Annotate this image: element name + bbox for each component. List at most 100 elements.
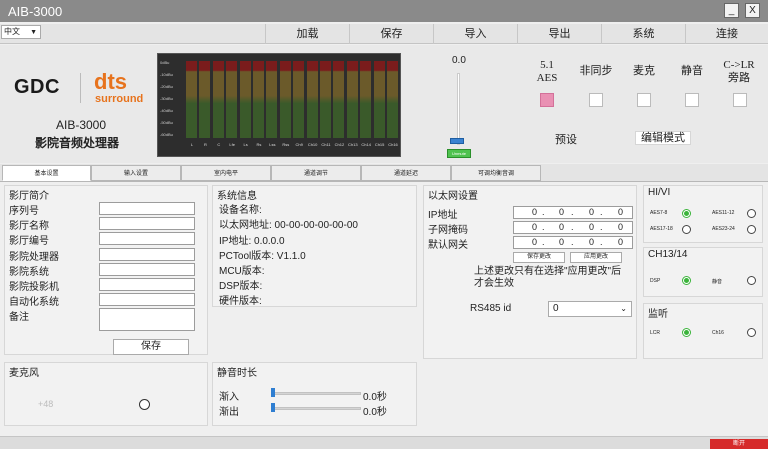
- serial-number-input[interactable]: [99, 202, 195, 215]
- meter-channel-label: Ch9: [295, 142, 303, 147]
- fade-out-value: 0.0秒: [363, 407, 387, 418]
- meter-channel-label: Ch16: [388, 142, 398, 147]
- phantom-power-label: +48: [38, 399, 54, 409]
- hivi-option-label: AES23-24: [712, 226, 735, 232]
- ip-dot: .: [542, 207, 545, 217]
- monitor-lcr-radio[interactable]: [682, 328, 691, 337]
- source-button-bypass[interactable]: [733, 93, 747, 107]
- tab-input-settings[interactable]: 输入设置: [91, 165, 181, 181]
- monitor-panel: 监听 LCR Ch16: [643, 303, 763, 359]
- hall-number-input[interactable]: [99, 232, 195, 245]
- edit-mode-button[interactable]: 编辑模式: [635, 131, 691, 145]
- title-bar: AIB-3000 _ X: [0, 0, 768, 22]
- product-name: AIB-3000: [56, 118, 107, 132]
- field-label-system: 影院系统: [9, 267, 49, 278]
- meter-scale-label: -30dBu: [160, 96, 173, 101]
- automation-input[interactable]: [99, 293, 195, 306]
- minimize-button[interactable]: _: [724, 3, 739, 18]
- meter-channel-label: Ch10: [307, 142, 318, 147]
- apply-network-button[interactable]: 应用更改: [570, 252, 622, 263]
- field-label-serial: 序列号: [9, 206, 39, 217]
- ip-address-input[interactable]: 0. 0. 0. 0: [513, 206, 633, 219]
- mcu-version-line: MCU版本:: [219, 266, 265, 277]
- projector-input[interactable]: [99, 278, 195, 291]
- system-input[interactable]: [99, 263, 195, 276]
- ip-octet-3: 0: [589, 207, 595, 217]
- tab-eq[interactable]: 可调均衡音调: [451, 165, 541, 181]
- source-label-mute: 静音: [681, 65, 703, 77]
- menu-load[interactable]: 加载: [265, 24, 349, 44]
- menu-save[interactable]: 保存: [349, 24, 433, 44]
- hivi-panel: HI/VI AES7-8 AES11-12 AES17-18 AES23-24: [643, 185, 763, 243]
- system-info-panel: 系统信息 设备名称: 以太网地址: 00-00-00-00-00-00 IP地址…: [212, 185, 417, 307]
- menu-export[interactable]: 导出: [517, 24, 601, 44]
- cinema-info-panel: 影厅简介 序列号 影厅名称 影厅编号 影院处理器 影院系统 影院投影机 自动化系…: [4, 185, 208, 355]
- meter-channel-label: C: [217, 142, 221, 147]
- master-fader-handle[interactable]: [450, 138, 464, 144]
- pctool-version-line: PCTool版本: V1.1.0: [219, 251, 306, 262]
- rs485-id-select[interactable]: 0 ⌄: [548, 301, 632, 317]
- notes-input[interactable]: [99, 308, 195, 331]
- tab-basic-settings[interactable]: 基本设置: [2, 165, 91, 181]
- meter-scale-label: -60dBu: [160, 132, 173, 137]
- gw-octet-3: 0: [589, 237, 595, 247]
- fade-out-slider-handle[interactable]: [271, 403, 275, 412]
- meter-channel-label: Ch11: [321, 142, 331, 147]
- system-info-title: 系统信息: [217, 191, 257, 202]
- menu-connect[interactable]: 连接: [685, 24, 768, 44]
- monitor-ch16-radio[interactable]: [747, 328, 756, 337]
- hall-name-input[interactable]: [99, 217, 195, 230]
- subnet-mask-input[interactable]: 0. 0. 0. 0: [513, 221, 633, 234]
- fade-in-slider-handle[interactable]: [271, 388, 275, 397]
- ip-octet-1: 0: [532, 207, 538, 217]
- tab-room-level[interactable]: 室内电平: [181, 165, 271, 181]
- tab-channel-delay[interactable]: 通道延迟: [361, 165, 451, 181]
- menu-import[interactable]: 导入: [433, 24, 517, 44]
- fade-out-slider[interactable]: [271, 407, 361, 410]
- ch1314-dsp-radio[interactable]: [682, 276, 691, 285]
- ip-dot: .: [571, 222, 574, 232]
- ch1314-mute-radio[interactable]: [747, 276, 756, 285]
- hivi-aes11-12-radio[interactable]: [747, 209, 756, 218]
- close-button[interactable]: X: [745, 3, 760, 18]
- hivi-aes17-18-radio[interactable]: [682, 225, 691, 234]
- source-label-bypass: C->LR 旁路: [723, 59, 755, 84]
- source-label-aes: 5.1 AES: [536, 59, 558, 84]
- source-button-mic[interactable]: [637, 93, 651, 107]
- source-button-mute[interactable]: [685, 93, 699, 107]
- dts-surround-text: surround: [95, 93, 144, 105]
- language-select[interactable]: 中文 ▼: [1, 25, 41, 39]
- master-fader-track[interactable]: [457, 73, 460, 145]
- gdc-logo-text: GDC: [14, 76, 60, 98]
- source-label-async: 非同步: [579, 65, 613, 77]
- rs485-label: RS485 id: [470, 303, 512, 314]
- ch1314-title: CH13/14: [648, 249, 688, 260]
- gw-octet-1: 0: [532, 237, 538, 247]
- unmute-button[interactable]: Unmute: [447, 149, 471, 158]
- fader-value: 0.0: [452, 55, 466, 66]
- connection-status-badge: 断开: [710, 439, 768, 449]
- fade-in-slider[interactable]: [271, 392, 361, 395]
- tab-channel-adjust[interactable]: 通道调节: [271, 165, 361, 181]
- phantom-power-radio[interactable]: [139, 399, 150, 410]
- ch1314-option-label: 静音: [712, 279, 723, 285]
- source-button-aes[interactable]: [540, 93, 554, 107]
- hivi-aes7-8-radio[interactable]: [682, 209, 691, 218]
- ip-dot: .: [571, 207, 574, 217]
- preset-label[interactable]: 预设: [555, 131, 577, 147]
- menu-bar: 中文 ▼ 加载 保存 导入 导出 系统 连接: [0, 24, 768, 44]
- meter-bar: [266, 61, 278, 138]
- hivi-aes23-24-radio[interactable]: [747, 225, 756, 234]
- source-button-async[interactable]: [589, 93, 603, 107]
- ch1314-panel: CH13/14 DSP 静音: [643, 247, 763, 297]
- network-note: 上述更改只有在选择"应用更改"后才会生效: [474, 266, 622, 289]
- ethernet-panel: 以太网设置 IP地址 子网掩码 默认网关 0. 0. 0. 0 0. 0. 0.…: [423, 185, 637, 359]
- meter-bar: [346, 61, 358, 138]
- menu-system[interactable]: 系统: [601, 24, 685, 44]
- gateway-input[interactable]: 0. 0. 0. 0: [513, 236, 633, 249]
- cinema-info-save-button[interactable]: 保存: [113, 339, 189, 355]
- product-subtitle: 影院音频处理器: [35, 136, 120, 150]
- logo-divider: [80, 73, 81, 103]
- save-network-button[interactable]: 保存更改: [513, 252, 565, 263]
- processor-input[interactable]: [99, 248, 195, 261]
